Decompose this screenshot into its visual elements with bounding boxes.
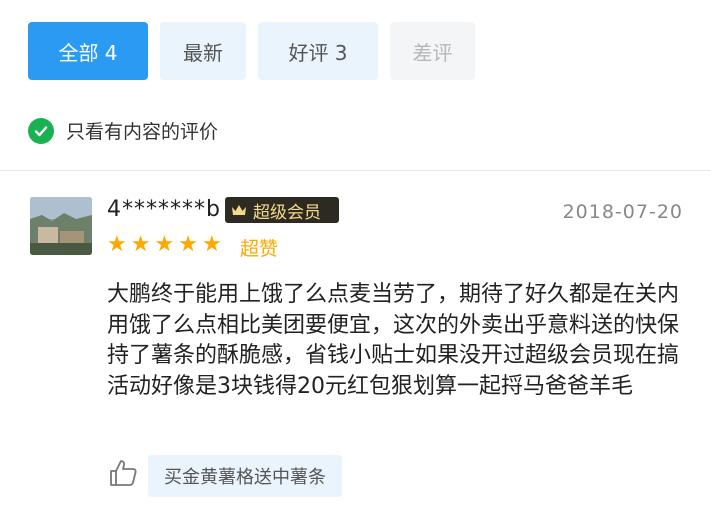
tab-positive[interactable]: 好评 3: [258, 22, 378, 80]
liked-item-tag[interactable]: 买金黄薯格送中薯条: [148, 455, 342, 497]
tab-negative[interactable]: 差评: [390, 22, 475, 80]
badge-label: 超级会员: [253, 202, 321, 223]
thumbs-up-icon[interactable]: [108, 458, 138, 488]
review-content: 大鹏终于能用上饿了么点麦当劳了，期待了好久都是在关内用饿了么点相比美团要便宜，这…: [107, 282, 680, 399]
star-icon: ★: [107, 232, 127, 257]
star-rating: ★ ★ ★ ★ ★: [107, 234, 222, 256]
tab-latest[interactable]: 最新: [160, 22, 246, 80]
divider: [0, 170, 711, 171]
check-circle-icon[interactable]: [28, 117, 54, 144]
star-icon: ★: [130, 232, 151, 257]
vip-badge: 超级会员: [225, 197, 339, 223]
tab-all[interactable]: 全部 4: [28, 22, 148, 80]
star-icon: ★: [178, 232, 198, 257]
review-date: 2018-07-20: [562, 201, 683, 223]
content-only-filter[interactable]: 只看有内容的评价: [28, 117, 218, 144]
filter-tabs: 全部 4 最新 好评 3 差评: [28, 22, 475, 80]
rating-text: 超赞: [240, 238, 279, 260]
avatar[interactable]: [30, 197, 92, 255]
crown-icon: [231, 204, 247, 216]
star-icon: ★: [154, 232, 175, 257]
username: 4*******b: [107, 197, 221, 222]
star-icon: ★: [201, 232, 222, 257]
filter-label: 只看有内容的评价: [66, 121, 219, 143]
